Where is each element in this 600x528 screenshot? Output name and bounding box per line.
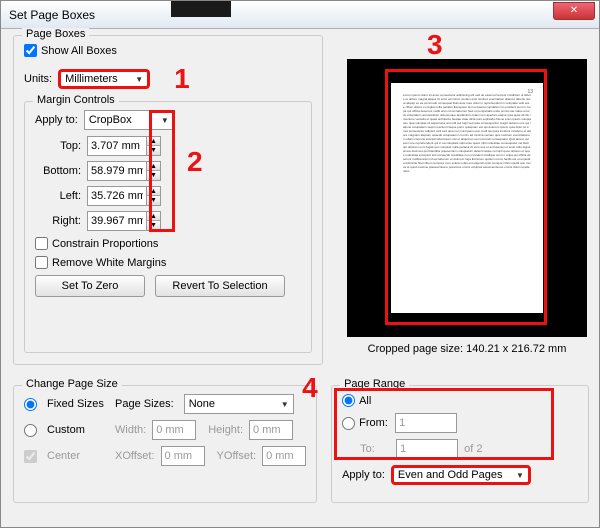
close-button[interactable]: ✕ [553, 2, 595, 20]
apply-to-label: Apply to: [35, 114, 78, 126]
red-box-4a [334, 388, 554, 460]
height-input [249, 420, 293, 440]
width-label: Width: [115, 424, 146, 436]
units-value: Millimeters [65, 73, 118, 85]
left-label: Left: [35, 190, 81, 202]
top-input[interactable] [87, 136, 147, 156]
fixed-label: Fixed Sizes [47, 398, 109, 410]
red-box-2 [149, 110, 175, 232]
custom-radio[interactable] [24, 424, 37, 437]
center-checkbox [24, 450, 37, 463]
page-sizes-label: Page Sizes: [115, 398, 174, 410]
constrain-row: Constrain Proportions [35, 237, 301, 250]
show-all-label: Show All Boxes [41, 45, 117, 57]
lower-area: Change Page Size Fixed Sizes Page Sizes:… [13, 385, 589, 513]
units-row: Units: Millimeters ▼ 1 [24, 63, 312, 95]
range-apply-select[interactable]: Even and Odd Pages ▼ [391, 465, 531, 485]
apply-to-value: CropBox [89, 114, 132, 126]
right-label: Right: [35, 215, 81, 227]
constrain-checkbox[interactable] [35, 237, 48, 250]
titlebar-shadow [171, 1, 231, 17]
margin-buttons-row: Set To Zero Revert To Selection [35, 275, 301, 297]
yoff-input [262, 446, 306, 466]
top-label: Top: [35, 140, 81, 152]
page-boxes-label: Page Boxes [22, 28, 89, 40]
change-page-size-group: Change Page Size Fixed Sizes Page Sizes:… [13, 385, 317, 503]
annotation-1: 1 [174, 63, 190, 95]
bottom-input[interactable] [87, 161, 147, 181]
units-select[interactable]: Millimeters ▼ [58, 69, 150, 89]
left-input[interactable] [87, 186, 147, 206]
remove-white-checkbox[interactable] [35, 256, 48, 269]
show-all-checkbox[interactable] [24, 44, 37, 57]
right-input[interactable] [87, 211, 147, 231]
height-label: Height: [208, 424, 243, 436]
range-apply-value: Even and Odd Pages [398, 469, 503, 481]
remove-white-label: Remove White Margins [52, 257, 166, 269]
dialog-body: Page Boxes Show All Boxes Units: Millime… [1, 29, 599, 519]
chevron-down-icon: ▼ [135, 75, 143, 84]
page-range-group: Page Range 4 All From: To: of 2 [331, 385, 589, 503]
page-sizes-select[interactable]: None ▼ [184, 394, 294, 414]
page-boxes-group: Page Boxes Show All Boxes Units: Millime… [13, 35, 323, 365]
window-title: Set Page Boxes [5, 8, 553, 22]
change-page-size-label: Change Page Size [22, 378, 122, 390]
red-box-3 [385, 69, 547, 325]
yoff-label: YOffset: [217, 450, 257, 462]
margins-wrapper: Top: ▲▼ Bottom: ▲▼ Lef [35, 136, 301, 231]
fixed-row: Fixed Sizes Page Sizes: None ▼ [24, 394, 306, 414]
window: Set Page Boxes ✕ Page Boxes Show All Box… [0, 0, 600, 528]
preview-caption: Cropped page size: 140.21 x 216.72 mm [347, 343, 587, 355]
range-apply-label: Apply to: [342, 469, 385, 481]
range-apply-row: Apply to: Even and Odd Pages ▼ [342, 465, 578, 485]
annotation-2: 2 [187, 146, 203, 178]
center-row: Center XOffset: YOffset: [24, 446, 306, 466]
preview-panel: 3 13 Lorem ipsum dolor sit amet consecte… [347, 59, 587, 355]
xoff-label: XOffset: [115, 450, 155, 462]
annotation-4: 4 [302, 372, 318, 404]
margin-controls-label: Margin Controls [33, 94, 119, 106]
page-sizes-value: None [189, 398, 215, 410]
center-label: Center [47, 450, 109, 462]
custom-row: Custom Width: Height: [24, 420, 306, 440]
chevron-down-icon: ▼ [281, 400, 289, 409]
remove-white-row: Remove White Margins [35, 256, 301, 269]
units-label: Units: [24, 73, 52, 85]
preview-area: 13 Lorem ipsum dolor sit amet consectetu… [347, 59, 587, 337]
chevron-down-icon: ▼ [516, 471, 524, 480]
bottom-label: Bottom: [35, 165, 81, 177]
margin-controls-group: Margin Controls Apply to: CropBox ▼ Top:… [24, 101, 312, 353]
xoff-input [161, 446, 205, 466]
revert-button[interactable]: Revert To Selection [155, 275, 285, 297]
width-input [152, 420, 196, 440]
annotation-3: 3 [427, 29, 443, 61]
fixed-sizes-radio[interactable] [24, 398, 37, 411]
titlebar: Set Page Boxes ✕ [1, 1, 599, 29]
show-all-row: Show All Boxes [24, 44, 312, 57]
constrain-label: Constrain Proportions [52, 238, 158, 250]
set-to-zero-button[interactable]: Set To Zero [35, 275, 145, 297]
custom-label: Custom [47, 424, 109, 436]
